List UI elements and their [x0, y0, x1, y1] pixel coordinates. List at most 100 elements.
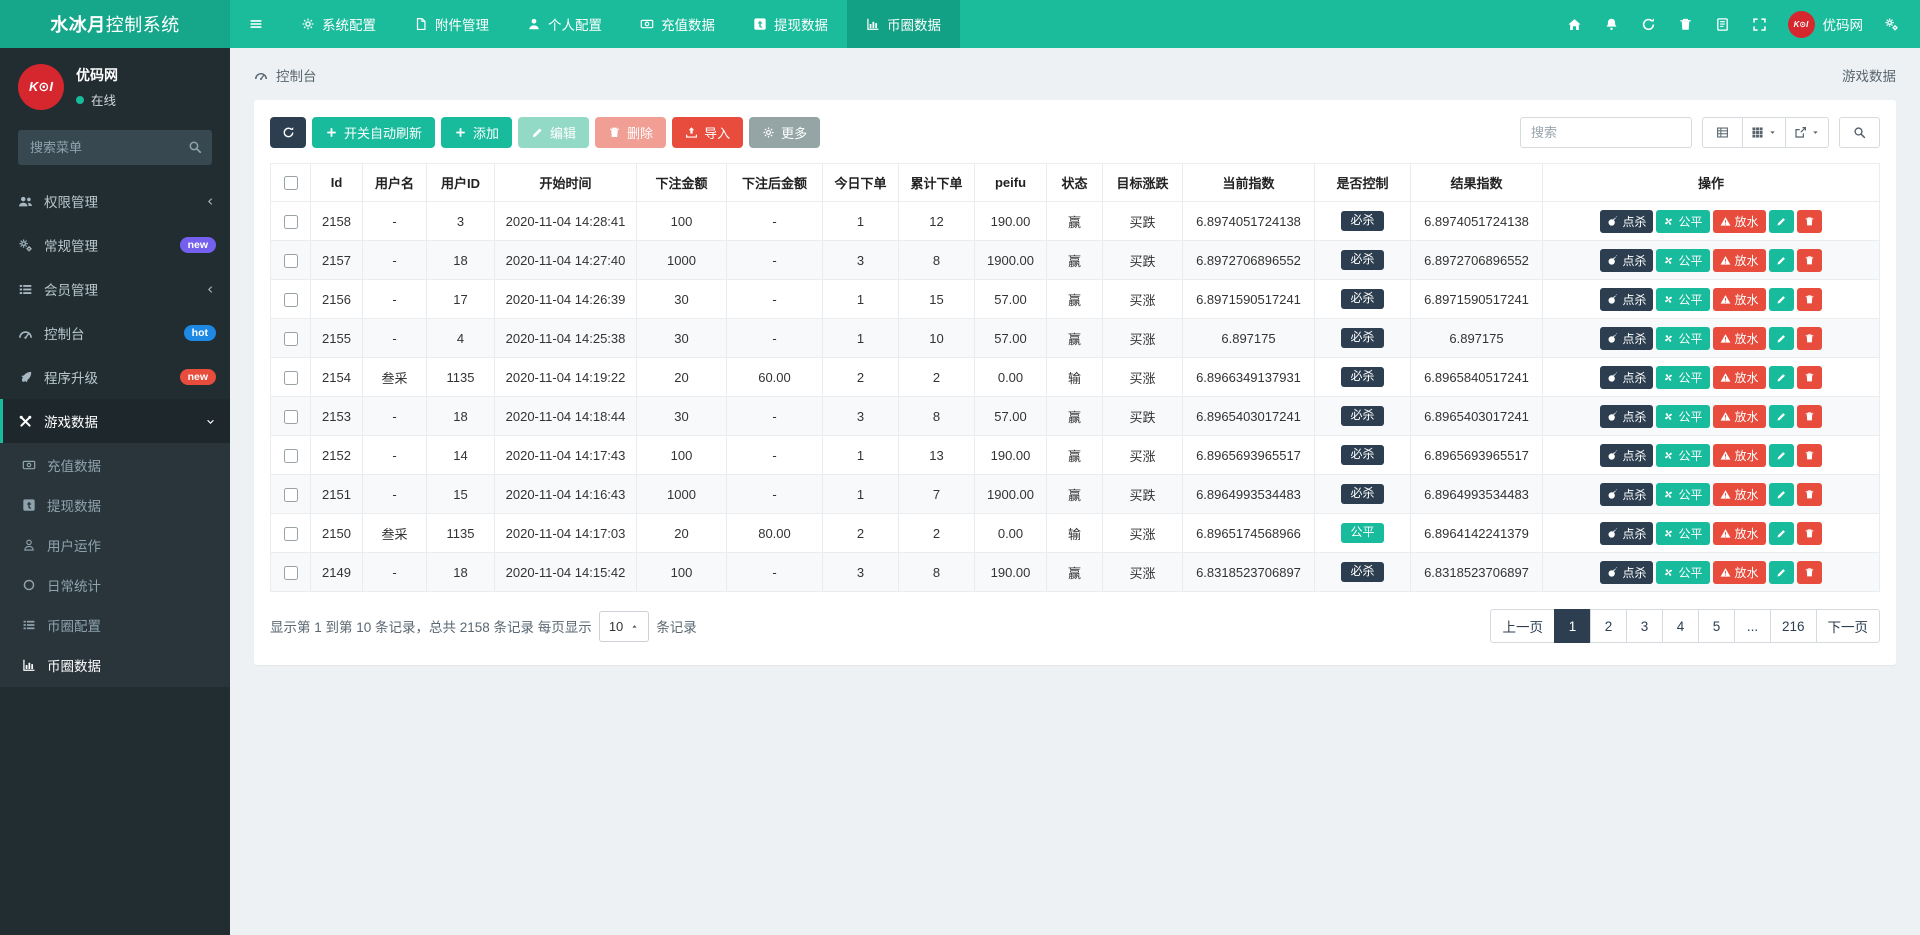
export-button[interactable] [1785, 117, 1829, 148]
delete-row-button[interactable] [1797, 483, 1822, 506]
gongping-button[interactable]: 公平 [1656, 483, 1709, 506]
diansha-button[interactable]: 点杀 [1600, 288, 1653, 311]
diansha-button[interactable]: 点杀 [1600, 249, 1653, 272]
select-all-checkbox[interactable] [284, 176, 298, 190]
expand-button[interactable] [1741, 0, 1778, 48]
delete-button[interactable]: 删除 [595, 117, 666, 148]
diansha-button[interactable]: 点杀 [1600, 444, 1653, 467]
submenu-item-user-operation[interactable]: 用户运作 [0, 525, 230, 565]
delete-row-button[interactable] [1797, 327, 1822, 350]
prev-page-button[interactable]: 上一页 [1490, 609, 1555, 643]
delete-row-button[interactable] [1797, 405, 1822, 428]
refresh-button[interactable] [270, 117, 306, 148]
row-checkbox[interactable] [284, 215, 298, 229]
edit-row-button[interactable] [1769, 405, 1794, 428]
delete-row-button[interactable] [1797, 366, 1822, 389]
page-button-5[interactable]: 5 [1698, 609, 1735, 643]
home-button[interactable] [1556, 0, 1593, 48]
nav-item-attachment-manage[interactable]: 附件管理 [395, 0, 508, 48]
fangshui-button[interactable]: 放水 [1713, 483, 1766, 506]
fangshui-button[interactable]: 放水 [1713, 561, 1766, 584]
import-button[interactable]: 导入 [672, 117, 743, 148]
submenu-item-recharge-data[interactable]: 充值数据 [0, 445, 230, 485]
gongping-button[interactable]: 公平 [1656, 444, 1709, 467]
delete-row-button[interactable] [1797, 522, 1822, 545]
fangshui-button[interactable]: 放水 [1713, 288, 1766, 311]
delete-row-button[interactable] [1797, 288, 1822, 311]
gongping-button[interactable]: 公平 [1656, 561, 1709, 584]
row-checkbox[interactable] [284, 449, 298, 463]
page-button-2[interactable]: 2 [1590, 609, 1627, 643]
fangshui-button[interactable]: 放水 [1713, 210, 1766, 233]
submenu-item-withdraw-data[interactable]: 提现数据 [0, 485, 230, 525]
fangshui-button[interactable]: 放水 [1713, 366, 1766, 389]
add-button[interactable]: 添加 [441, 117, 512, 148]
page-button-...[interactable]: ... [1734, 609, 1771, 643]
nav-item-coin-data[interactable]: 币圈数据 [847, 0, 960, 48]
page-button-3[interactable]: 3 [1626, 609, 1663, 643]
edit-row-button[interactable] [1769, 522, 1794, 545]
row-checkbox[interactable] [284, 332, 298, 346]
edit-row-button[interactable] [1769, 210, 1794, 233]
delete-row-button[interactable] [1797, 249, 1822, 272]
sidebar-item-program-upgrade[interactable]: 程序升级new [0, 355, 230, 399]
sidebar-toggle-button[interactable] [230, 0, 282, 48]
trash-button[interactable] [1667, 0, 1704, 48]
profile-chip[interactable]: K⊙I 优码网 [1778, 0, 1874, 48]
row-checkbox[interactable] [284, 410, 298, 424]
nav-item-system-config[interactable]: 系统配置 [282, 0, 395, 48]
fangshui-button[interactable]: 放水 [1713, 405, 1766, 428]
page-button-1[interactable]: 1 [1554, 609, 1591, 643]
delete-row-button[interactable] [1797, 444, 1822, 467]
sidebar-item-permission-manage[interactable]: 权限管理 [0, 179, 230, 223]
page-button-216[interactable]: 216 [1770, 609, 1817, 643]
edit-row-button[interactable] [1769, 366, 1794, 389]
sidebar-item-general-manage[interactable]: 常规管理new [0, 223, 230, 267]
edit-row-button[interactable] [1769, 561, 1794, 584]
page-size-select[interactable]: 10 [599, 611, 649, 642]
sidebar-item-member-manage[interactable]: 会员管理 [0, 267, 230, 311]
gongping-button[interactable]: 公平 [1656, 366, 1709, 389]
row-checkbox[interactable] [284, 527, 298, 541]
edit-button[interactable]: 编辑 [518, 117, 589, 148]
gongping-button[interactable]: 公平 [1656, 249, 1709, 272]
refresh-button[interactable] [1630, 0, 1667, 48]
columns-button[interactable] [1742, 117, 1786, 148]
diansha-button[interactable]: 点杀 [1600, 210, 1653, 233]
breadcrumb[interactable]: 控制台 [254, 65, 317, 85]
settings-button[interactable] [1873, 0, 1910, 48]
more-button[interactable]: 更多 [749, 117, 820, 148]
diansha-button[interactable]: 点杀 [1600, 366, 1653, 389]
sidebar-item-game-data[interactable]: 游戏数据 [0, 399, 230, 443]
fangshui-button[interactable]: 放水 [1713, 444, 1766, 467]
gongping-button[interactable]: 公平 [1656, 522, 1709, 545]
row-checkbox[interactable] [284, 371, 298, 385]
fangshui-button[interactable]: 放水 [1713, 327, 1766, 350]
fangshui-button[interactable]: 放水 [1713, 249, 1766, 272]
bell-button[interactable] [1593, 0, 1630, 48]
fangshui-button[interactable]: 放水 [1713, 522, 1766, 545]
nav-item-personal-config[interactable]: 个人配置 [508, 0, 621, 48]
edit-row-button[interactable] [1769, 444, 1794, 467]
row-checkbox[interactable] [284, 488, 298, 502]
edit-row-button[interactable] [1769, 288, 1794, 311]
delete-row-button[interactable] [1797, 561, 1822, 584]
submenu-item-daily-stats[interactable]: 日常统计 [0, 565, 230, 605]
auto-refresh-toggle-button[interactable]: 开关自动刷新 [312, 117, 435, 148]
edit-row-button[interactable] [1769, 483, 1794, 506]
diansha-button[interactable]: 点杀 [1600, 561, 1653, 584]
book-button[interactable] [1704, 0, 1741, 48]
delete-row-button[interactable] [1797, 210, 1822, 233]
diansha-button[interactable]: 点杀 [1600, 522, 1653, 545]
edit-row-button[interactable] [1769, 249, 1794, 272]
row-checkbox[interactable] [284, 254, 298, 268]
menu-search-input[interactable] [18, 130, 212, 165]
nav-item-withdraw-data[interactable]: 提现数据 [734, 0, 847, 48]
submenu-item-coin-data[interactable]: 币圈数据 [0, 645, 230, 685]
gongping-button[interactable]: 公平 [1656, 288, 1709, 311]
edit-row-button[interactable] [1769, 327, 1794, 350]
next-page-button[interactable]: 下一页 [1816, 609, 1881, 643]
diansha-button[interactable]: 点杀 [1600, 405, 1653, 428]
diansha-button[interactable]: 点杀 [1600, 327, 1653, 350]
submenu-item-coin-config[interactable]: 币圈配置 [0, 605, 230, 645]
